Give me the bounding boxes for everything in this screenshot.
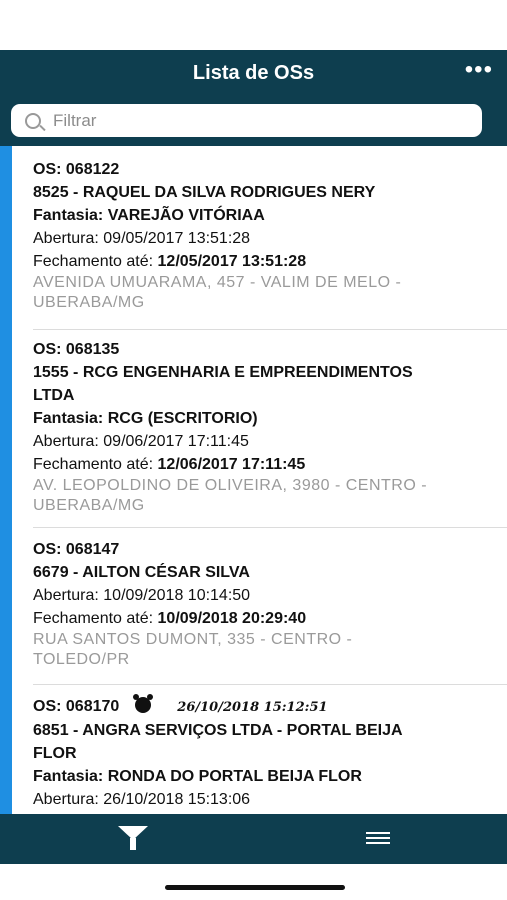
divider xyxy=(33,527,507,528)
fantasia-row: Fantasia: RCG (ESCRITORIO) xyxy=(33,410,258,427)
client-name-line-2: LTDA xyxy=(33,387,75,404)
list-item-os-068135[interactable]: OS: 068135 1555 - RCG ENGENHARIA E EMPRE… xyxy=(33,338,507,516)
divider xyxy=(33,684,507,685)
filter-icon[interactable] xyxy=(118,826,148,850)
list-item-os-068147[interactable]: OS: 068147 6679 - AILTON CÉSAR SILVA Abe… xyxy=(33,538,507,670)
address-line-2: TOLEDO/PR xyxy=(33,651,130,668)
home-indicator xyxy=(165,885,345,890)
abertura-row: Abertura: 09/06/2017 17:11:45 xyxy=(33,433,249,450)
os-number: OS: 068147 xyxy=(33,541,120,558)
list-item-os-068122[interactable]: OS: 068122 8525 - RAQUEL DA SILVA RODRIG… xyxy=(33,158,507,313)
fechamento-row: Fechamento até: 10/09/2018 20:29:40 xyxy=(33,610,307,627)
abertura-row: Abertura: 10/09/2018 10:14:50 xyxy=(33,587,251,604)
abertura-row: Abertura: 26/10/2018 15:13:06 xyxy=(33,791,251,808)
abertura-row: Abertura: 09/05/2017 13:51:28 xyxy=(33,230,251,247)
os-number-row: OS: 068170 26/10/2018 15:12:51 xyxy=(33,694,507,719)
os-number: OS: 068135 xyxy=(33,341,120,358)
list-item-os-068170[interactable]: OS: 068170 26/10/2018 15:12:51 6851 - ANG… xyxy=(33,694,507,811)
fechamento-row: Fechamento até: 12/05/2017 13:51:28 xyxy=(33,253,307,270)
ellipsis-icon[interactable]: ••• xyxy=(465,58,493,82)
alarm-time: 26/10/2018 15:12:51 xyxy=(177,700,328,715)
client-name-line-1: 6851 - ANGRA SERVIÇOS LTDA - PORTAL BEIJ… xyxy=(33,722,403,739)
page-title: Lista de OSs xyxy=(192,62,315,84)
menu-icon[interactable] xyxy=(366,832,390,844)
alarm-clock-icon xyxy=(133,694,154,713)
address-line-2: UBERABA/MG xyxy=(33,497,145,514)
search-input[interactable] xyxy=(51,109,475,133)
divider xyxy=(33,329,507,330)
fantasia-row: Fantasia: VAREJÃO VITÓRIAA xyxy=(33,207,265,224)
client-name: 8525 - RAQUEL DA SILVA RODRIGUES NERY xyxy=(33,184,376,201)
address-line-1: AVENIDA UMUARAMA, 457 - VALIM DE MELO - xyxy=(33,274,402,291)
client-name-line-1: 1555 - RCG ENGENHARIA E EMPREENDIMENTOS xyxy=(33,364,413,381)
bottom-tab-bar xyxy=(0,814,507,864)
search-bar[interactable] xyxy=(11,104,482,137)
search-icon xyxy=(25,113,41,129)
selection-accent xyxy=(0,146,12,814)
address-line-1: AV. LEOPOLDINO DE OLIVEIRA, 3980 - CENTR… xyxy=(33,477,428,494)
address-line-1: RUA SANTOS DUMONT, 335 - CENTRO - xyxy=(33,631,353,648)
os-number: OS: 068122 xyxy=(33,161,120,178)
fantasia-row: Fantasia: RONDA DO PORTAL BEIJA FLOR xyxy=(33,768,362,785)
client-name: 6679 - AILTON CÉSAR SILVA xyxy=(33,564,250,581)
fechamento-row: Fechamento até: 12/06/2017 17:11:45 xyxy=(33,456,306,473)
os-number: OS: 068170 xyxy=(33,698,120,715)
client-name-line-2: FLOR xyxy=(33,745,77,762)
address-line-2: UBERABA/MG xyxy=(33,294,145,311)
